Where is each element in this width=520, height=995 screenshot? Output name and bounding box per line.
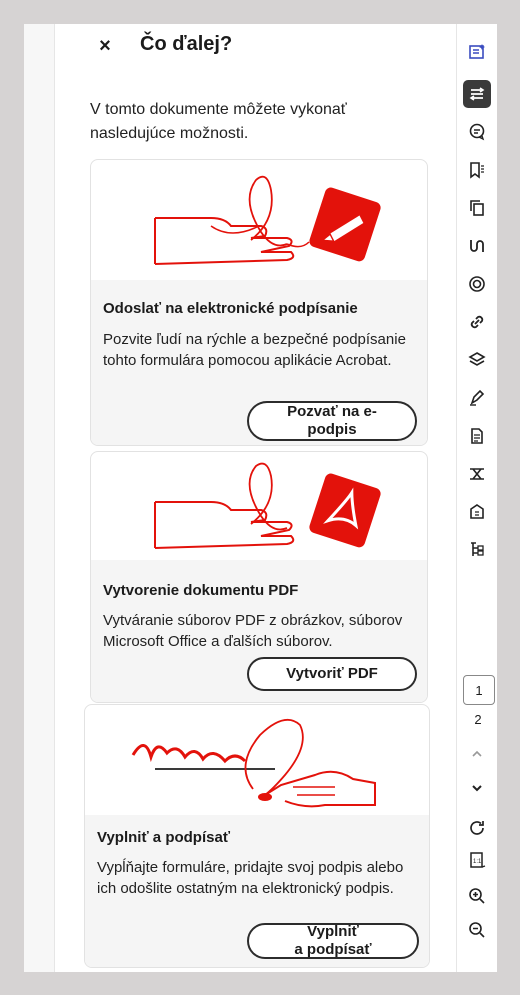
create-pdf-button[interactable]: Vytvoriť PDF (247, 657, 417, 691)
chevron-down-icon[interactable] (463, 774, 491, 802)
card-heading: Vytvorenie dokumentu PDF (103, 582, 299, 599)
document-icon[interactable] (463, 422, 491, 450)
invite-esign-button[interactable]: Pozvať na e- podpis (247, 401, 417, 441)
create-pdf-illustration (91, 452, 427, 560)
card-description: Vypĺňajte formuláre, pridajte svoj podpi… (97, 859, 404, 897)
zoom-out-icon[interactable] (463, 916, 491, 944)
panel-header: × Čo ďalej? (56, 24, 456, 82)
next-page-number[interactable]: 2 (463, 712, 493, 727)
card-send-for-signature: Odoslať na elektronické podpísanie Pozvi… (90, 159, 428, 446)
card-body: Vyplniť a podpísať Vypĺňajte formuláre, … (85, 815, 429, 967)
card-heading: Vyplniť a podpísať (97, 829, 231, 846)
fit-page-icon[interactable]: 1:1 (463, 846, 491, 874)
card-create-pdf: Vytvorenie dokumentu PDF Vytváranie súbo… (90, 451, 428, 703)
current-page-input[interactable]: 1 (463, 675, 495, 705)
card-body: Vytvorenie dokumentu PDF Vytváranie súbo… (91, 560, 427, 702)
sign-pen-icon[interactable] (463, 384, 491, 412)
layers-icon[interactable] (463, 346, 491, 374)
card-description: Vytváranie súborov PDF z obrázkov, súbor… (103, 612, 403, 650)
compare-icon[interactable] (463, 460, 491, 488)
left-gutter-overlay (24, 24, 65, 972)
copy-pages-icon[interactable] (463, 194, 491, 222)
chevron-up-icon[interactable] (463, 740, 491, 768)
zoom-in-icon[interactable] (463, 882, 491, 910)
whats-next-panel: × Čo ďalej? V tomto dokumente môžete vyk… (56, 24, 456, 972)
button-label-line1: Vyplniť (307, 923, 359, 940)
comment-icon[interactable] (463, 118, 491, 146)
ai-assistant-icon[interactable] (463, 38, 491, 66)
fill-and-sign-button[interactable]: Vyplniť a podpísať (247, 923, 419, 959)
svg-text:1:1: 1:1 (473, 859, 482, 865)
panel-intro: V tomto dokumente môžete vykonať nasledu… (90, 101, 347, 142)
redact-icon[interactable] (463, 270, 491, 298)
card-body: Odoslať na elektronické podpísanie Pozvi… (91, 280, 427, 445)
send-signature-illustration (91, 160, 427, 280)
card-heading: Odoslať na elektronické podpísanie (103, 300, 358, 317)
button-label-line1: Pozvať na e- (287, 403, 377, 420)
organize-icon[interactable] (463, 80, 491, 108)
tool-rail: 1 2 1:1 (456, 24, 497, 972)
refresh-icon[interactable] (463, 814, 491, 842)
button-label-line2: a podpísať (294, 941, 372, 958)
card-fill-and-sign: Vyplniť a podpísať Vypĺňajte formuláre, … (84, 704, 430, 968)
fill-sign-illustration (85, 705, 429, 815)
panel-title: Čo ďalej? (140, 33, 233, 55)
structure-tree-icon[interactable] (463, 536, 491, 564)
combine-icon[interactable] (463, 232, 491, 260)
close-icon[interactable]: × (94, 35, 116, 57)
link-icon[interactable] (463, 308, 491, 336)
protect-icon[interactable] (463, 498, 491, 526)
card-description: Pozvite ľudí na rýchle a bezpečné podpís… (103, 331, 406, 369)
button-label-line2: podpis (307, 421, 357, 438)
bookmark-list-icon[interactable] (463, 156, 491, 184)
button-label: Vytvoriť PDF (286, 665, 378, 682)
